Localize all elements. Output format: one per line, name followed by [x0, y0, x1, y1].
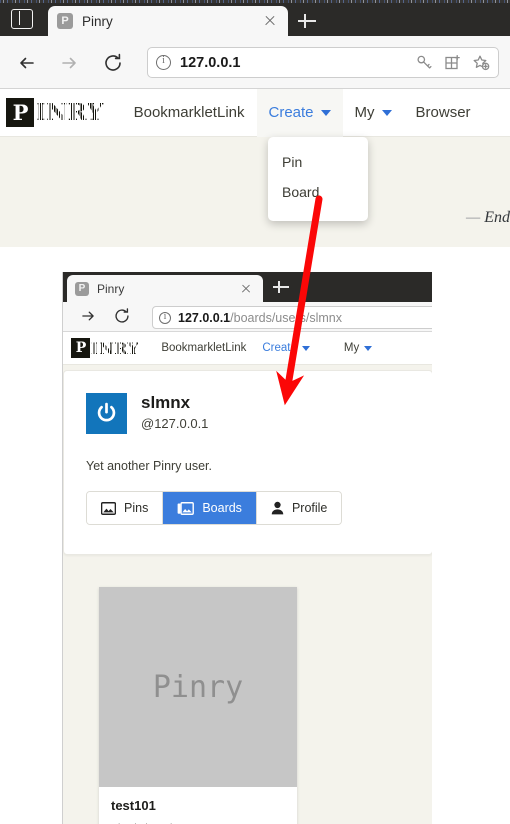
profile-tab-group: Pins Boards Profile [86, 491, 343, 525]
reload-icon[interactable] [111, 305, 133, 327]
board-thumbnail-text: Pinry [152, 669, 244, 705]
tab-profile[interactable]: Profile [256, 492, 342, 524]
end-note-text: End [484, 209, 510, 226]
inner-toolbar: 127.0.0.1/boards/users/slmnx [63, 302, 432, 332]
inner-browser-window: P Pinry 127.0.0.1/boards/ [62, 272, 432, 824]
nav-item-my[interactable]: My [343, 89, 404, 137]
info-icon[interactable] [159, 311, 171, 324]
chevron-down-icon [381, 109, 392, 116]
chevron-down-icon [301, 345, 310, 351]
tab-label: Pins [124, 501, 149, 515]
url-bar[interactable]: 127.0.0.1 [147, 47, 499, 78]
dropdown-item-board[interactable]: Board [268, 177, 368, 207]
tab-boards[interactable]: Boards [163, 492, 257, 524]
outer-page: P INRY BookmarkletLink Create My Browser… [0, 89, 510, 247]
profile-handle: @127.0.0.1 [141, 415, 209, 431]
nav-item-create[interactable]: Create [254, 332, 318, 365]
pinry-navbar: P INRY BookmarkletLink Create My Browser [0, 89, 510, 137]
board-thumbnail: Pinry [99, 587, 297, 787]
outer-browser-tab[interactable]: P Pinry [48, 6, 288, 36]
pinry-logo-mark: P [71, 338, 90, 358]
inner-pinry-navbar: P INRY BookmarkletLink Create My [63, 332, 432, 365]
nav-item-bookmarkletlink[interactable]: BookmarkletLink [153, 332, 254, 365]
reload-icon[interactable] [100, 50, 126, 76]
profile-header: slmnx @127.0.0.1 [86, 393, 208, 434]
dropdown-item-pin[interactable]: Pin [268, 147, 368, 177]
pinry-logo-word: INRY [35, 99, 104, 126]
board-title: test101 [111, 798, 156, 813]
pinry-logo-word: INRY [91, 338, 140, 358]
tab-label: Profile [291, 501, 328, 515]
tab-favicon-icon: P [57, 13, 73, 29]
person-icon [271, 501, 284, 515]
end-note-dash: — [465, 209, 481, 226]
close-icon[interactable] [238, 281, 253, 296]
end-note: — End [466, 209, 510, 227]
forward-arrow-icon[interactable] [77, 305, 99, 327]
url-input[interactable]: 127.0.0.1 [180, 55, 416, 71]
back-arrow-icon[interactable] [14, 50, 40, 76]
avatar [86, 393, 127, 434]
profile-meta: slmnx @127.0.0.1 [141, 393, 208, 431]
url-host: 127.0.0.1 [178, 310, 231, 325]
inner-url-input[interactable]: 127.0.0.1/boards/users/slmnx [178, 311, 432, 325]
close-icon[interactable] [261, 12, 279, 30]
tab-title: Pinry [82, 13, 113, 29]
chevron-down-icon [320, 109, 331, 116]
image-icon [101, 501, 116, 515]
tab-label: Boards [202, 501, 242, 515]
outer-browser-chrome: P Pinry i 127.0.0.1 [0, 3, 510, 89]
tab-favicon-icon: P [75, 281, 89, 296]
board-info: test101 Pins in board: 0 [99, 787, 297, 824]
profile-username: slmnx [141, 393, 191, 412]
nav-item-browser[interactable]: Browser [404, 89, 483, 137]
user-profile-card: slmnx @127.0.0.1 Yet another Pinry user. [63, 370, 432, 555]
pinry-logo[interactable]: P INRY [71, 338, 139, 358]
inner-tab-bar: P Pinry [63, 272, 432, 302]
inner-page-body: slmnx @127.0.0.1 Yet another Pinry user. [63, 365, 432, 824]
tab-pins[interactable]: Pins [87, 492, 164, 524]
inner-browser-tab[interactable]: P Pinry [67, 275, 263, 302]
pinry-logo-mark: P [6, 98, 34, 127]
nav-item-create[interactable]: Create [256, 89, 343, 137]
power-icon [93, 400, 120, 427]
nav-item-my[interactable]: My [336, 332, 380, 365]
nav-label: BookmarkletLink [161, 342, 247, 354]
screenshot-root: P Pinry i 127.0.0.1 P INRY BookmarkletLi… [0, 0, 510, 824]
images-stack-icon [177, 501, 195, 515]
new-tab-plus-icon[interactable] [296, 10, 318, 32]
chevron-down-icon [364, 345, 373, 351]
sidebar-toggle-icon[interactable] [11, 9, 33, 29]
nav-label: Create [262, 342, 297, 354]
new-tab-plus-icon[interactable] [271, 277, 291, 297]
profile-bio: Yet another Pinry user. [86, 459, 213, 473]
nav-label: Browser [415, 104, 471, 121]
key-icon[interactable] [416, 54, 433, 71]
nav-label: My [343, 342, 360, 354]
outer-toolbar: 127.0.0.1 [0, 36, 510, 89]
grid-plus-icon[interactable] [444, 54, 461, 71]
nav-item-bookmarkletlink[interactable]: BookmarkletLink [122, 89, 257, 137]
nav-label: Create [268, 104, 314, 121]
nav-label: BookmarkletLink [133, 104, 245, 121]
nav-label: My [354, 104, 375, 121]
forward-arrow-icon[interactable] [56, 50, 82, 76]
tab-title: Pinry [97, 281, 125, 296]
outer-tab-bar: P Pinry [0, 3, 510, 36]
create-dropdown-menu: Pin Board [268, 137, 368, 221]
board-card[interactable]: Pinry test101 Pins in board: 0 [99, 587, 297, 824]
inner-url-bar[interactable]: 127.0.0.1/boards/users/slmnx [152, 306, 432, 329]
url-bar-actions [416, 54, 490, 72]
star-plus-icon[interactable] [472, 54, 490, 72]
url-path: /boards/users/slmnx [230, 310, 342, 325]
info-icon[interactable] [156, 55, 171, 70]
pinry-logo[interactable]: P INRY [6, 98, 104, 127]
